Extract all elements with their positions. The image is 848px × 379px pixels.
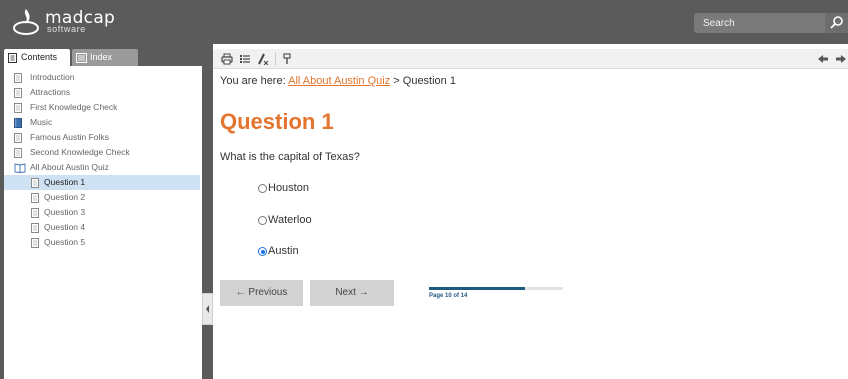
tab-contents-label: Contents — [21, 52, 58, 62]
toc-item-all-about-austin-quiz[interactable]: All About Austin Quiz — [4, 160, 200, 175]
toc-item-question-3[interactable]: Question 3 — [4, 205, 200, 220]
toc-item-attractions[interactable]: Attractions — [4, 85, 200, 100]
back-button[interactable] — [815, 51, 831, 67]
page-title: Question 1 — [220, 109, 334, 134]
toc-item-question-2[interactable]: Question 2 — [4, 190, 200, 205]
madcap-flame-logo-icon — [13, 9, 39, 35]
page-icon — [31, 223, 39, 233]
toc-item-label: Famous Austin Folks — [30, 132, 109, 142]
index-list-icon — [76, 53, 87, 63]
toc-item-label: Second Knowledge Check — [30, 147, 130, 157]
remove-highlight-button[interactable] — [279, 51, 295, 67]
madcap-logo[interactable]: madcap software — [12, 7, 132, 37]
toc-item-question-1[interactable]: Question 1 — [4, 175, 200, 190]
top-header: madcap software — [0, 0, 848, 44]
chevron-left-icon — [206, 305, 209, 313]
tab-contents[interactable]: Contents — [4, 49, 70, 66]
previous-button[interactable]: ← Previous — [220, 280, 303, 306]
toc-list-button[interactable] — [237, 51, 253, 67]
answer-label: Austin — [268, 245, 299, 257]
toc-item-label: All About Austin Quiz — [30, 162, 109, 172]
answer-label: Houston — [268, 182, 309, 194]
toc-item-label: First Knowledge Check — [30, 102, 118, 112]
open-book-icon — [14, 163, 26, 173]
contents-book-icon — [8, 53, 17, 63]
toc-item-question-5[interactable]: Question 5 — [4, 235, 200, 250]
collapse-nav-handle[interactable] — [202, 293, 213, 325]
pane-divider — [202, 44, 213, 379]
search-button[interactable] — [825, 13, 848, 33]
page-icon — [31, 238, 39, 248]
toc-item-label: Question 5 — [44, 237, 86, 247]
page-icon — [14, 88, 22, 98]
toc-item-label: Music — [30, 117, 53, 127]
next-button[interactable]: Next → — [310, 280, 394, 306]
tab-index[interactable]: Index — [72, 49, 138, 66]
clear-highlight-icon — [258, 53, 269, 65]
topic-toolbar — [213, 49, 848, 69]
progress-bar — [429, 287, 563, 290]
toc-item-label: Question 1 — [44, 177, 86, 187]
answer-label: Waterloo — [268, 214, 312, 226]
radio-austin[interactable] — [258, 247, 267, 256]
clear-highlight-button[interactable] — [255, 51, 271, 67]
toc-item-label: Introduction — [30, 72, 75, 82]
search-input[interactable] — [694, 13, 825, 34]
toc-item-second-knowledge-check[interactable]: Second Knowledge Check — [4, 145, 200, 160]
question-text: What is the capital of Texas? — [220, 151, 360, 163]
progress-fill — [429, 287, 525, 290]
page-counter: Page 10 of 14 — [429, 293, 468, 299]
toc-item-question-4[interactable]: Question 4 — [4, 220, 200, 235]
remove-highlight-icon — [283, 53, 291, 64]
back-arrow-icon — [818, 55, 828, 63]
page-icon — [14, 133, 22, 143]
toolbar-divider — [275, 52, 276, 66]
tab-index-label: Index — [90, 52, 113, 62]
magnifier-icon — [830, 16, 843, 29]
toc-item-famous-austin-folks[interactable]: Famous Austin Folks — [4, 130, 200, 145]
main-content: You are here: All About Austin Quiz > Qu… — [213, 44, 848, 379]
page-icon — [31, 193, 39, 203]
toc-item-first-knowledge-check[interactable]: First Knowledge Check — [4, 100, 200, 115]
side-navigation: Contents Index Introduction Attractions … — [0, 44, 202, 379]
breadcrumb: You are here: All About Austin Quiz > Qu… — [220, 75, 456, 87]
page-icon — [31, 178, 39, 188]
page-icon — [14, 148, 22, 158]
forward-button[interactable] — [833, 51, 848, 67]
toc-item-label: Question 2 — [44, 192, 86, 202]
toc-item-label: Attractions — [30, 87, 71, 97]
search-box — [694, 13, 825, 34]
toc-panel: Introduction Attractions First Knowledge… — [4, 66, 202, 379]
page-icon — [31, 208, 39, 218]
breadcrumb-current: > Question 1 — [390, 75, 456, 87]
logo-subtitle: software — [47, 24, 86, 34]
closed-book-icon — [14, 118, 22, 128]
breadcrumb-link-all-about-austin-quiz[interactable]: All About Austin Quiz — [288, 75, 390, 87]
print-button[interactable] — [219, 51, 235, 67]
page-icon — [14, 103, 22, 113]
radio-waterloo[interactable] — [258, 216, 267, 225]
radio-houston[interactable] — [258, 184, 267, 193]
toc-item-introduction[interactable]: Introduction — [4, 70, 200, 85]
toc-item-label: Question 4 — [44, 222, 86, 232]
list-icon — [240, 55, 250, 63]
toc-item-label: Question 3 — [44, 207, 86, 217]
toc-list: Introduction Attractions First Knowledge… — [4, 70, 200, 250]
forward-arrow-icon — [836, 55, 846, 63]
toc-item-music[interactable]: Music — [4, 115, 200, 130]
page-icon — [14, 73, 22, 83]
breadcrumb-prefix: You are here: — [220, 75, 289, 87]
print-icon — [221, 53, 233, 65]
